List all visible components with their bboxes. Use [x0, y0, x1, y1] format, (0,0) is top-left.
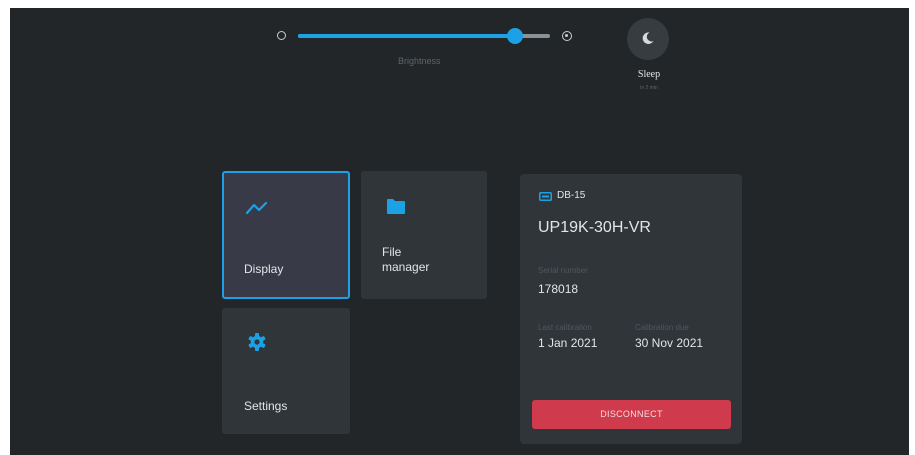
- settings-tile[interactable]: Settings: [222, 308, 350, 434]
- brightness-slider[interactable]: [298, 28, 550, 44]
- settings-label: Settings: [244, 399, 288, 413]
- last-calibration-label: Last calibration: [538, 323, 592, 332]
- brightness-label: Brightness: [398, 56, 441, 66]
- slider-thumb[interactable]: [506, 28, 523, 44]
- sleep-button[interactable]: [627, 18, 669, 60]
- sleep-label: Sleep: [637, 69, 661, 80]
- file-manager-label-line1: File: [382, 245, 402, 259]
- moon-icon: [642, 32, 654, 44]
- folder-icon: [387, 199, 405, 214]
- display-tile[interactable]: Display: [222, 171, 350, 299]
- serial-number-label: Serial number: [538, 266, 588, 275]
- file-manager-label-line2: manager: [382, 260, 430, 274]
- calibration-due-label: Calibration due: [635, 323, 689, 332]
- calibration-due-value: 30 Nov 2021: [635, 336, 704, 350]
- sleep-sublabel: in 2 min: [640, 85, 658, 91]
- disconnect-button[interactable]: DISCONNECT: [532, 400, 731, 429]
- vga-port-icon: [539, 192, 552, 201]
- gear-icon: [248, 333, 266, 351]
- file-manager-tile[interactable]: File manager: [361, 171, 487, 299]
- display-label: Display: [244, 262, 284, 276]
- trend-line-icon: [246, 201, 268, 215]
- model-name: UP19K-30H-VR: [538, 219, 651, 236]
- slider-fill: [298, 34, 515, 38]
- serial-number-value: 178018: [538, 282, 579, 296]
- port-label: DB-15: [557, 190, 586, 201]
- brightness-low-icon: [277, 31, 286, 40]
- last-calibration-value: 1 Jan 2021: [538, 336, 598, 350]
- brightness-high-icon: [562, 31, 572, 41]
